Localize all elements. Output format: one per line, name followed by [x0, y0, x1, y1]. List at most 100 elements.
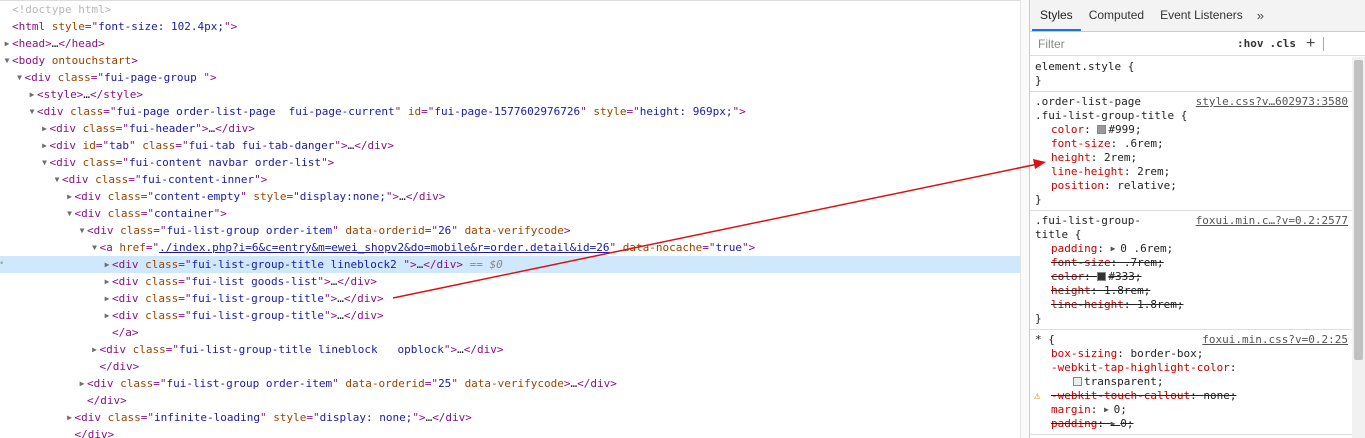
css-declaration[interactable]: line-height: 1.8rem;	[1035, 298, 1348, 312]
dom-node-row[interactable]: ▶ <div class="fui-list-group-title linebl…	[0, 341, 1020, 358]
dom-node-selected[interactable]: ▶ • <div class="fui-list-group-title lineb…	[0, 256, 1020, 273]
dom-node-row[interactable]: ▼ <div class="container">	[0, 205, 1020, 222]
dom-node-row[interactable]: <html style="font-size: 102.4px;">	[0, 18, 1020, 35]
collapse-triangle-icon[interactable]: ▼	[90, 239, 100, 256]
collapse-triangle-icon[interactable]: ▼	[77, 222, 87, 239]
dom-node-row[interactable]: ▶ <div class="fui-list-group-title">…</di…	[0, 307, 1020, 324]
cls-toggle[interactable]: .cls	[1270, 37, 1297, 50]
css-property-name[interactable]: -webkit-touch-callout	[1051, 389, 1190, 402]
css-source-link[interactable]: style.css?v…602973:3580	[1196, 95, 1348, 109]
css-property-name[interactable]: color	[1051, 270, 1084, 283]
css-declaration[interactable]: ⚠ -webkit-touch-callout: none;	[1034, 389, 1348, 403]
dom-node-row[interactable]: ▼ <div class="fui-page-group ">	[0, 69, 1020, 86]
css-declaration[interactable]: margin: ▶ 0;	[1035, 403, 1348, 417]
css-property-value[interactable]: 2rem;	[1137, 165, 1170, 178]
collapse-triangle-icon[interactable]: ▼	[27, 103, 37, 120]
css-declaration[interactable]: -webkit-tap-highlight-color:	[1035, 361, 1348, 375]
css-declaration[interactable]: color: #999;	[1035, 123, 1348, 137]
css-declaration[interactable]: box-sizing: border-box;	[1035, 347, 1348, 361]
css-declaration[interactable]: position: relative;	[1035, 179, 1348, 193]
color-swatch-icon[interactable]	[1073, 377, 1082, 386]
selection-dots-icon[interactable]: •	[0, 256, 4, 273]
css-selector[interactable]: element.style {	[1035, 60, 1134, 73]
tab-styles[interactable]: Styles	[1032, 0, 1081, 31]
css-property-name[interactable]: line-height	[1051, 298, 1124, 311]
css-property-name[interactable]: height	[1051, 151, 1091, 164]
css-selector[interactable]: .fui-list-group-	[1035, 214, 1141, 227]
css-declaration[interactable]: height: 2rem;	[1035, 151, 1348, 165]
css-property-value[interactable]: relative;	[1117, 179, 1177, 192]
css-property-name[interactable]: font-size	[1051, 256, 1111, 269]
dom-node-row[interactable]: ▼ <body ontouchstart>	[0, 52, 1020, 69]
css-selector[interactable]: .fui-list-group-title {	[1035, 109, 1187, 122]
css-property-value[interactable]: border-box;	[1130, 347, 1203, 360]
expand-triangle-icon[interactable]: ▶	[27, 86, 37, 103]
styles-scroll-thumb[interactable]	[1354, 60, 1363, 360]
dom-node-row[interactable]: ▶ <div class="fui-list goods-list">…</div…	[0, 273, 1020, 290]
more-tabs-icon[interactable]: »	[1251, 0, 1270, 31]
expand-triangle-icon[interactable]: ▶	[77, 375, 87, 392]
expand-triangle-icon[interactable]: ▶	[65, 409, 75, 426]
css-property-value[interactable]: transparent;	[1084, 375, 1163, 388]
css-property-value[interactable]: 0;	[1114, 403, 1127, 416]
css-selector[interactable]: title {	[1035, 228, 1081, 241]
css-property-value[interactable]: 0 .6rem;	[1120, 242, 1173, 255]
css-property-name[interactable]: box-sizing	[1051, 347, 1117, 360]
dom-node-row[interactable]: ▼ <div class="fui-content-inner">	[0, 171, 1020, 188]
dom-node-row[interactable]: ▶ <div class="fui-list-group order-item" …	[0, 375, 1020, 392]
dom-node-row[interactable]: ▶ <div class="fui-list-group-title">…</di…	[0, 290, 1020, 307]
css-declaration[interactable]: transparent;	[1035, 375, 1348, 389]
collapse-triangle-icon[interactable]: ▼	[2, 52, 12, 69]
dom-node-row[interactable]: </div>	[0, 392, 1020, 409]
expand-triangle-icon[interactable]: ▶	[2, 35, 12, 52]
css-property-value[interactable]: .7rem;	[1124, 256, 1164, 269]
new-rule-plus-icon[interactable]: +	[1306, 35, 1315, 53]
dom-node-row[interactable]: ▶ <div class="content-empty" style="displ…	[0, 188, 1020, 205]
color-swatch-icon[interactable]	[1097, 272, 1107, 281]
dom-node-row[interactable]: ▶ <div class="infinite-loading" style="di…	[0, 409, 1020, 426]
expand-shorthand-icon[interactable]: ▶	[1111, 244, 1121, 253]
css-property-value[interactable]: none;	[1203, 389, 1236, 402]
css-selector[interactable]: .order-list-page	[1035, 95, 1141, 108]
expand-shorthand-icon[interactable]: ▶	[1104, 405, 1114, 414]
expand-triangle-icon[interactable]: ▶	[102, 273, 112, 290]
dom-node-row[interactable]: </div>	[0, 426, 1020, 438]
css-declaration[interactable]: line-height: 2rem;	[1035, 165, 1348, 179]
css-declaration[interactable]: font-size: .6rem;	[1035, 137, 1348, 151]
filter-input[interactable]	[1036, 33, 1231, 54]
expand-triangle-icon[interactable]: ▶	[102, 290, 112, 307]
dom-node-row[interactable]: </div>	[0, 358, 1020, 375]
css-property-name[interactable]: color	[1051, 123, 1084, 136]
css-property-name[interactable]: font-size	[1051, 137, 1111, 150]
dom-node-row[interactable]: ▼ <div class="fui-content navbar order-li…	[0, 154, 1020, 171]
dom-node-row[interactable]: ▼ <div class="fui-list-group order-item" …	[0, 222, 1020, 239]
expand-triangle-icon[interactable]: ▶	[65, 188, 75, 205]
collapse-triangle-icon[interactable]: ▼	[65, 205, 75, 222]
expand-shorthand-icon[interactable]: ▶	[1111, 419, 1121, 428]
dom-node-row[interactable]: ▼ <a href="./index.php?i=6&c=entry&m=ewei…	[0, 239, 1020, 256]
css-declaration[interactable]: padding: ▶ 0 .6rem;	[1035, 242, 1348, 256]
dom-node-row[interactable]: ▶ <div id="tab" class="fui-tab fui-tab-da…	[0, 137, 1020, 154]
collapse-triangle-icon[interactable]: ▼	[40, 154, 50, 171]
css-property-name[interactable]: position	[1051, 179, 1104, 192]
css-selector[interactable]: * {	[1035, 333, 1055, 346]
css-declaration[interactable]: font-size: .7rem;	[1035, 256, 1348, 270]
css-source-link[interactable]: foxui.min.css?v=0.2:25	[1202, 333, 1348, 347]
css-declaration[interactable]: height: 1.8rem;	[1035, 284, 1348, 298]
css-declaration[interactable]: color: #333;	[1035, 270, 1348, 284]
dom-node-row[interactable]: ▶ <div class="fui-header">…</div>	[0, 120, 1020, 137]
css-property-value[interactable]: #333;	[1108, 270, 1141, 283]
styles-scrollbar[interactable]	[1352, 57, 1365, 438]
css-source-link[interactable]: foxui.min.c…?v=0.2:2577	[1196, 214, 1348, 228]
color-swatch-icon[interactable]	[1097, 125, 1107, 134]
css-property-value[interactable]: 1.8rem;	[1137, 298, 1183, 311]
css-property-value[interactable]: .6rem;	[1124, 137, 1164, 150]
hov-toggle[interactable]: :hov	[1237, 37, 1264, 50]
css-property-value[interactable]: 1.8rem;	[1104, 284, 1150, 297]
expand-triangle-icon[interactable]: ▶	[102, 256, 112, 273]
tab-event-listeners[interactable]: Event Listeners	[1152, 0, 1251, 31]
dom-node-row[interactable]: </a>	[0, 324, 1020, 341]
css-property-name[interactable]: line-height	[1051, 165, 1124, 178]
dom-node-row[interactable]: ▼ <div class="fui-page order-list-page fu…	[0, 103, 1020, 120]
css-property-name[interactable]: padding	[1051, 242, 1097, 255]
